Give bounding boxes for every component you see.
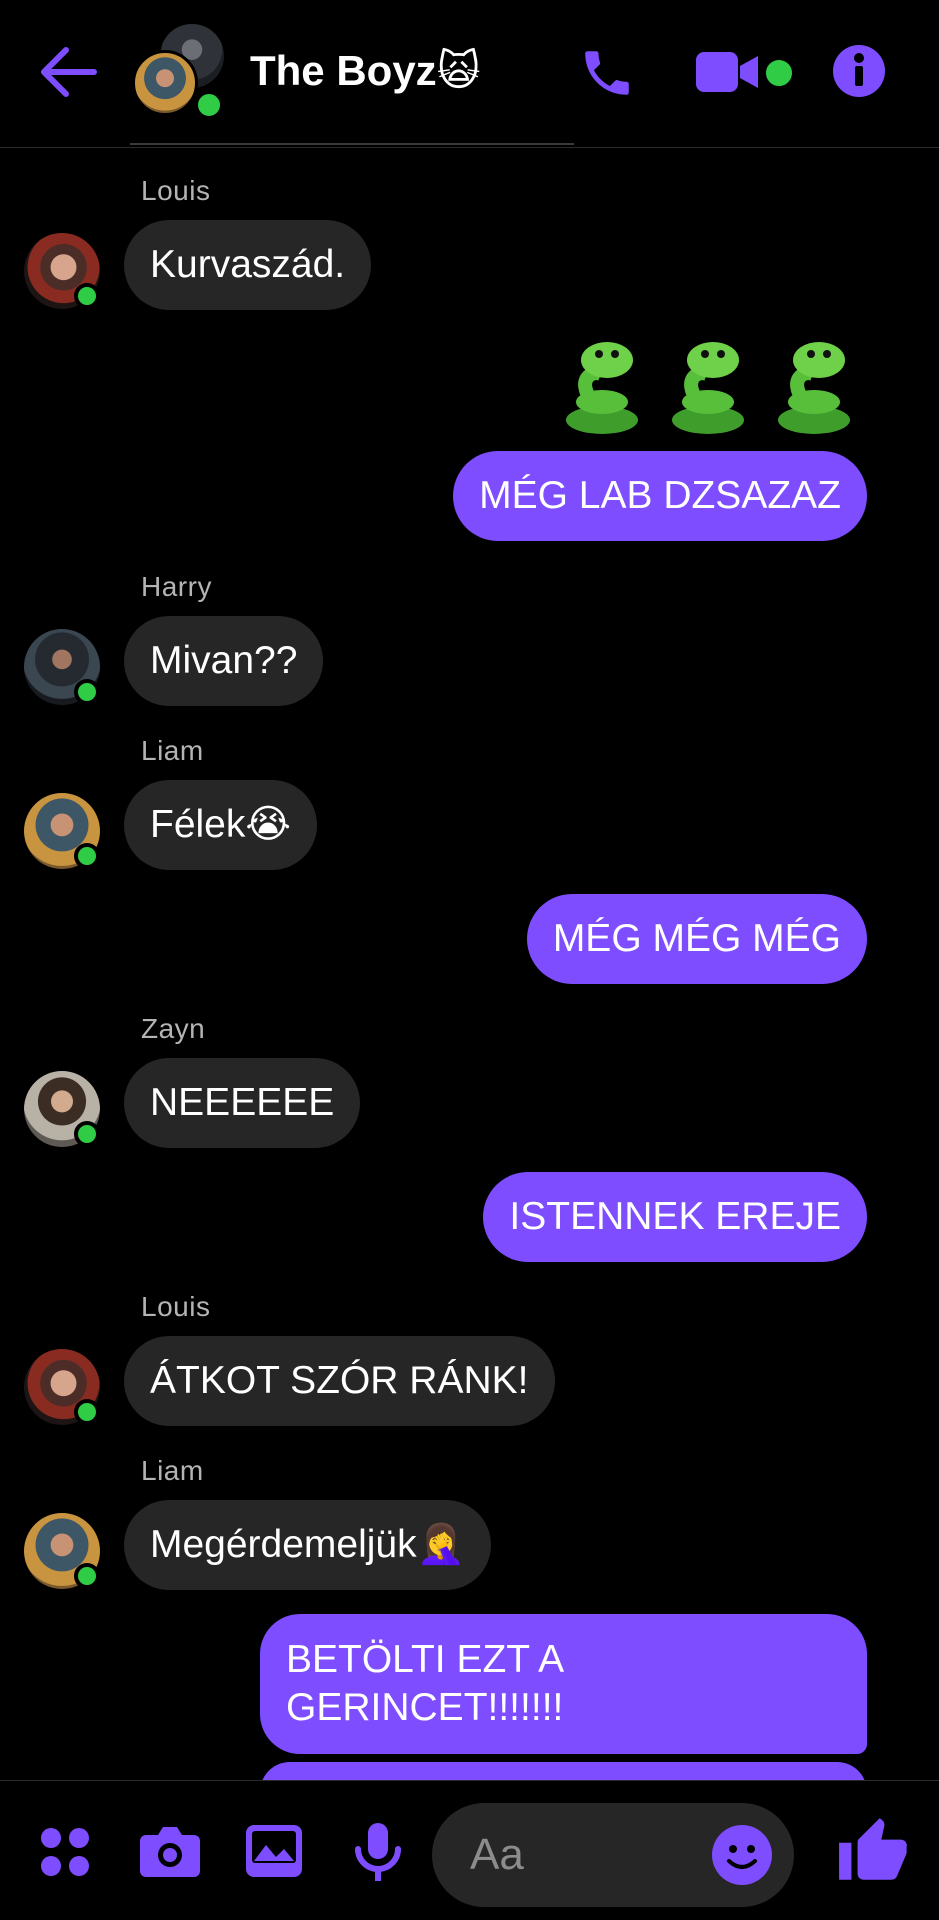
- video-camera-icon[interactable]: [696, 50, 760, 99]
- online-indicator: [74, 283, 100, 309]
- incoming-message[interactable]: Kurvaszád.: [124, 220, 372, 310]
- snake-emoji-icon: [778, 342, 850, 434]
- sender-name: Zayn: [141, 1013, 206, 1044]
- incoming-message[interactable]: ÁTKOT SZÓR RÁNK!: [124, 1336, 555, 1426]
- snake-emoji-icon: [566, 342, 638, 434]
- info-icon[interactable]: [832, 44, 886, 103]
- chat-title-text: The Boyz: [250, 47, 437, 94]
- gallery-icon[interactable]: [246, 1825, 302, 1882]
- avatar-member-front: [132, 50, 198, 116]
- group-avatar[interactable]: [130, 24, 230, 124]
- previous-message-edge: [130, 143, 574, 145]
- incoming-message[interactable]: Félek😭: [124, 780, 317, 870]
- online-indicator: [74, 843, 100, 869]
- outgoing-message[interactable]: MÉG MÉG MÉG: [526, 894, 867, 984]
- online-indicator: [74, 1399, 100, 1425]
- chat-title[interactable]: The Boyz🙀: [250, 46, 480, 95]
- outgoing-message[interactable]: MÉG LAB DZSAZAZ: [453, 451, 867, 541]
- chat-header: The Boyz🙀: [0, 0, 939, 148]
- sender-name: Liam: [141, 735, 204, 766]
- online-indicator: [74, 1121, 100, 1147]
- incoming-message[interactable]: NEEEEEE: [124, 1058, 361, 1148]
- message-composer[interactable]: [432, 1803, 794, 1907]
- composer-bar: [0, 1781, 939, 1920]
- online-indicator: [194, 90, 224, 120]
- sender-name: Harry: [141, 571, 212, 602]
- back-arrow-icon[interactable]: [38, 44, 98, 100]
- outgoing-message[interactable]: BETÖLTI EZT A GERINCET!!!!!!!: [260, 1614, 867, 1754]
- snake-emoji-icon: [672, 342, 744, 434]
- online-indicator: [74, 1563, 100, 1589]
- incoming-message[interactable]: Mivan??: [124, 616, 324, 706]
- sender-name: Louis: [141, 175, 211, 206]
- emoji-message[interactable]: [561, 340, 855, 438]
- camera-icon[interactable]: [140, 1825, 200, 1882]
- sender-name: Louis: [141, 1291, 211, 1322]
- outgoing-message[interactable]: ISTENNEK EREJE: [483, 1172, 867, 1262]
- video-active-indicator: [762, 56, 796, 90]
- chat-title-emoji: 🙀: [436, 47, 481, 94]
- emoji-icon[interactable]: [712, 1825, 772, 1890]
- sender-name: Liam: [141, 1455, 204, 1486]
- message-input[interactable]: [470, 1827, 710, 1883]
- incoming-message[interactable]: Megérdemeljük🤦‍♀️: [124, 1500, 492, 1590]
- thumbs-up-icon[interactable]: [836, 1815, 910, 1894]
- apps-grid-icon[interactable]: [40, 1827, 90, 1882]
- online-indicator: [74, 679, 100, 705]
- phone-icon[interactable]: [578, 44, 636, 107]
- microphone-icon[interactable]: [354, 1823, 402, 1886]
